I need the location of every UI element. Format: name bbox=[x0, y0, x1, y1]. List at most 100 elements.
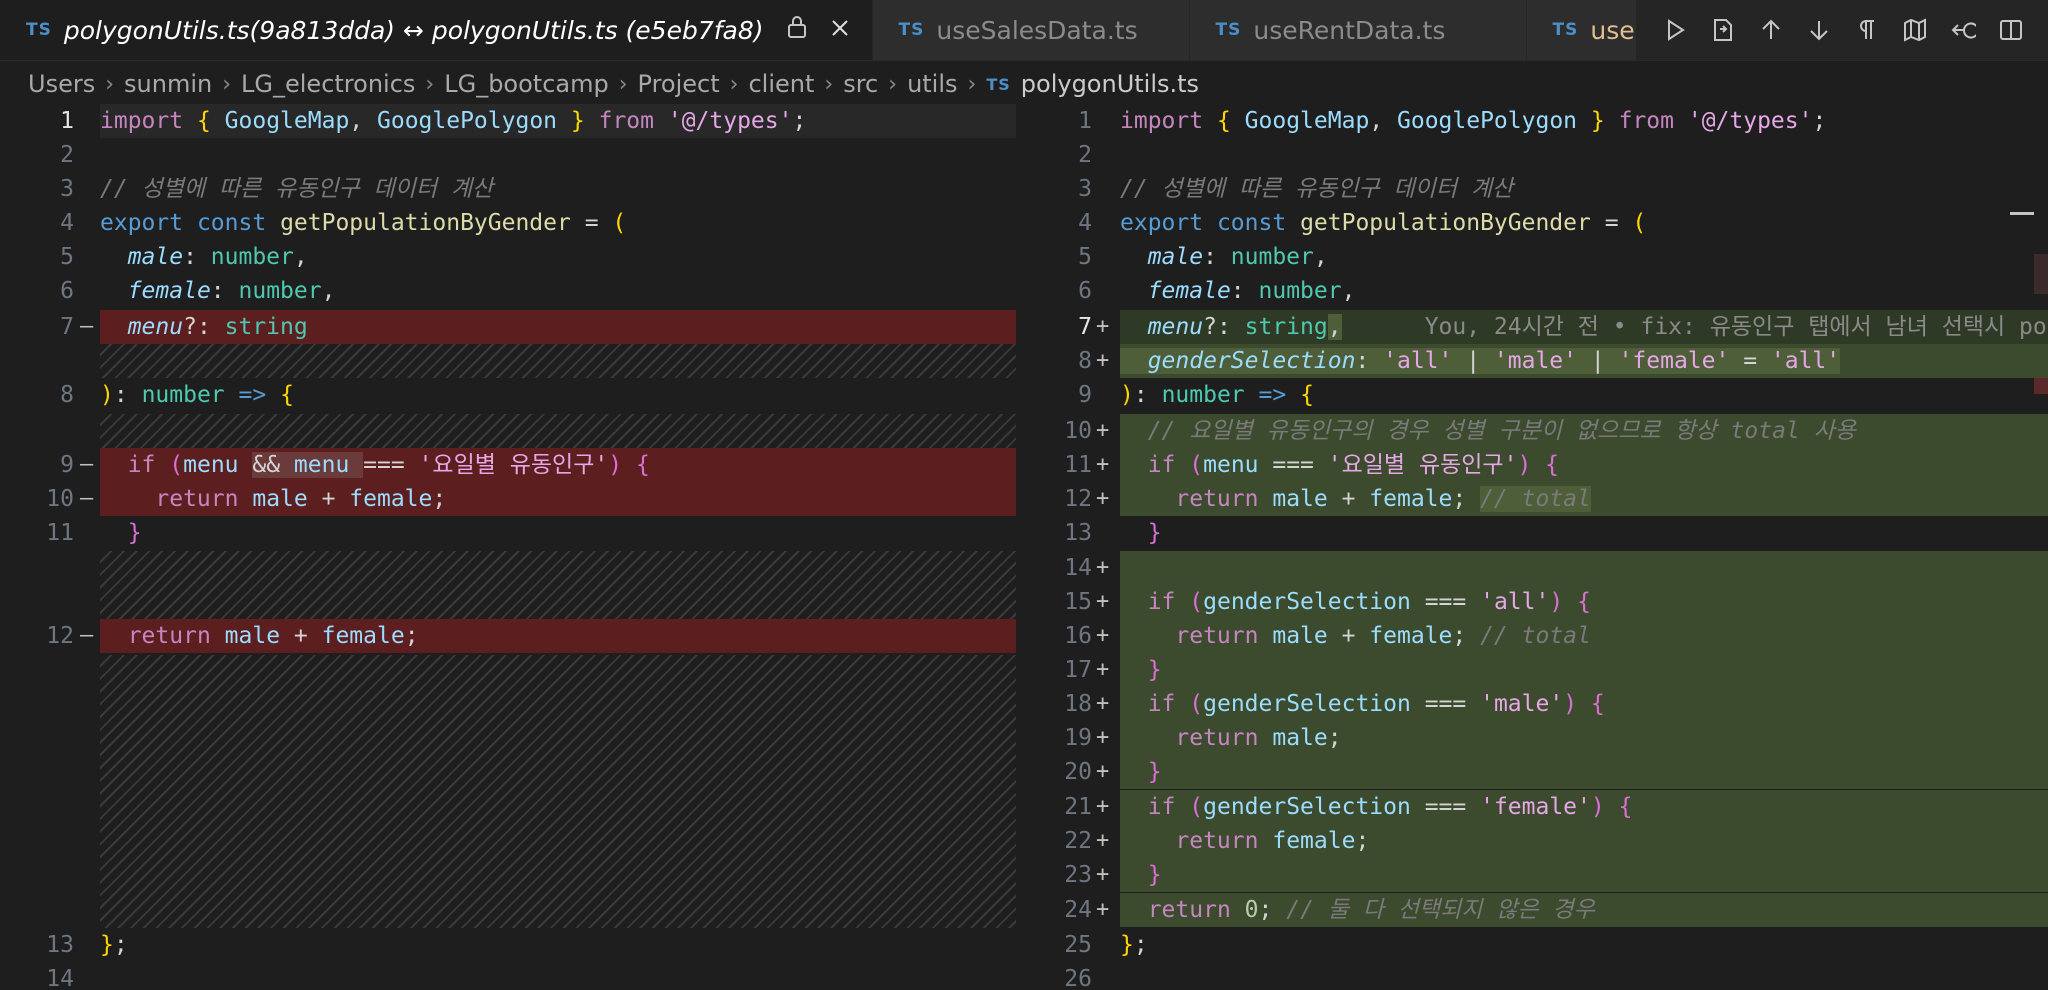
added-line: 21 + if (genderSelection === 'female') { bbox=[1048, 790, 2048, 824]
removed-line: 9 — if (menu && menu === '요일별 유동인구') { bbox=[0, 448, 1030, 482]
breadcrumb-item[interactable]: Users bbox=[28, 70, 95, 98]
typescript-file-icon: TS bbox=[986, 74, 1011, 94]
tab-label: polygonUtils.ts(9a813dda) ↔ polygonUtils… bbox=[63, 15, 764, 45]
arrow-up-icon[interactable] bbox=[1758, 16, 1784, 44]
code-line: 13 } bbox=[1048, 516, 2048, 550]
line-number: 8 bbox=[1078, 348, 1092, 374]
map-icon[interactable] bbox=[1902, 16, 1928, 44]
added-marker: + bbox=[1096, 691, 1110, 716]
breadcrumb: Users › sunmin › LG_electronics › LG_bootca… bbox=[28, 66, 1199, 102]
line-number: 3 bbox=[60, 176, 74, 202]
line-number: 9 bbox=[1078, 382, 1092, 408]
breadcrumb-file[interactable]: polygonUtils.ts bbox=[1021, 70, 1199, 98]
open-file-icon[interactable] bbox=[1710, 16, 1736, 44]
added-marker: + bbox=[1096, 623, 1110, 648]
revert-icon[interactable] bbox=[1950, 16, 1976, 44]
added-line: 23 + } bbox=[1048, 858, 2048, 892]
line-number: 22 bbox=[1064, 828, 1092, 854]
code-line: 13 }; bbox=[0, 928, 1030, 962]
diff-modified-editor[interactable]: 1 import { GoogleMap, GooglePolygon } fr… bbox=[1048, 104, 2048, 990]
chevron-right-icon: › bbox=[888, 71, 898, 97]
chevron-right-icon: › bbox=[618, 71, 628, 97]
typescript-file-icon: TS bbox=[898, 20, 925, 40]
code-line: 1 import { GoogleMap, GooglePolygon } fr… bbox=[1048, 104, 2048, 138]
tab-diff-polygon-utils[interactable]: TS polygonUtils.ts(9a813dda) ↔ polygonUt… bbox=[0, 0, 873, 60]
added-marker: + bbox=[1096, 657, 1110, 682]
line-number: 11 bbox=[46, 520, 74, 546]
added-marker: + bbox=[1096, 794, 1110, 819]
line-number: 7 bbox=[1078, 314, 1092, 340]
typescript-file-icon: TS bbox=[26, 20, 52, 40]
line-number: 13 bbox=[46, 932, 74, 958]
line-number: 21 bbox=[1064, 794, 1092, 820]
breadcrumb-item[interactable]: client bbox=[748, 70, 814, 98]
pilcrow-icon[interactable] bbox=[1854, 16, 1880, 44]
line-number: 1 bbox=[60, 108, 74, 134]
added-line: 16 + return male + female; // total bbox=[1048, 619, 2048, 653]
added-line: 11 + if (menu === '요일별 유동인구') { bbox=[1048, 448, 2048, 482]
line-number: 16 bbox=[1064, 623, 1092, 649]
tab-label: useRentData.ts bbox=[1253, 15, 1446, 45]
breadcrumb-item[interactable]: sunmin bbox=[124, 70, 212, 98]
line-number: 19 bbox=[1064, 725, 1092, 751]
run-icon[interactable] bbox=[1662, 16, 1688, 44]
chevron-right-icon: › bbox=[105, 71, 115, 97]
code-line: 4 export const getPopulationByGender = ( bbox=[1048, 206, 2048, 240]
removed-line: 10 — return male + female; bbox=[0, 482, 1030, 516]
close-icon[interactable] bbox=[830, 16, 850, 44]
line-number: 5 bbox=[1078, 244, 1092, 270]
line-number: 17 bbox=[1064, 657, 1092, 683]
added-line: 20 + } bbox=[1048, 755, 2048, 789]
arrow-down-icon[interactable] bbox=[1806, 16, 1832, 44]
line-number: 8 bbox=[60, 382, 74, 408]
chevron-right-icon: › bbox=[824, 71, 834, 97]
line-number: 23 bbox=[1064, 862, 1092, 888]
added-line: 17 + } bbox=[1048, 653, 2048, 687]
code-line: 14 bbox=[0, 962, 1030, 990]
added-line: 14 + bbox=[1048, 551, 2048, 585]
line-number: 25 bbox=[1064, 932, 1092, 958]
added-line: 12 + return male + female; // total bbox=[1048, 482, 2048, 516]
tab-label: useSalesData.ts bbox=[936, 15, 1138, 45]
added-marker: + bbox=[1096, 418, 1110, 443]
chevron-right-icon: › bbox=[729, 71, 739, 97]
line-number: 4 bbox=[60, 210, 74, 236]
breadcrumb-item[interactable]: utils bbox=[907, 70, 957, 98]
git-blame-annotation[interactable]: You, 24시간 전 • fix: 유동인구 탭에서 남녀 선택시 pol bbox=[1425, 314, 2048, 340]
breadcrumb-item[interactable]: src bbox=[843, 70, 878, 98]
code-line: 8 ): number => { bbox=[0, 378, 1030, 412]
line-number: 1 bbox=[1078, 108, 1092, 134]
line-number: 2 bbox=[1078, 142, 1092, 168]
line-number: 26 bbox=[1064, 966, 1092, 990]
code-line: 2 bbox=[0, 138, 1030, 172]
line-number: 14 bbox=[1064, 555, 1092, 581]
editor-actions bbox=[1636, 0, 2048, 60]
added-line: 22 + return female; bbox=[1048, 824, 2048, 858]
lock-icon[interactable] bbox=[786, 15, 808, 45]
breadcrumb-item[interactable]: LG_bootcamp bbox=[444, 70, 609, 98]
tab-use-rent-data[interactable]: TS useRentData.ts bbox=[1189, 0, 1527, 60]
tab-use-sales-data[interactable]: TS useSalesData.ts bbox=[872, 0, 1190, 60]
breadcrumb-item[interactable]: LG_electronics bbox=[241, 70, 415, 98]
chevron-right-icon: › bbox=[967, 71, 977, 97]
line-number: 12 bbox=[1064, 486, 1092, 512]
added-line: 7 + menu?: string, You, 24시간 전 • fix: 유동… bbox=[1048, 310, 2048, 344]
diff-original-editor[interactable]: 1 import { GoogleMap, GooglePolygon } fr… bbox=[0, 104, 1030, 990]
code-line: 6 female: number, bbox=[1048, 274, 2048, 308]
removed-marker: — bbox=[80, 623, 94, 648]
code-line: 11 } bbox=[0, 516, 1030, 550]
added-marker: + bbox=[1096, 897, 1110, 922]
added-line: 10 + // 요일별 유동인구의 경우 성별 구분이 없으므로 항상 tota… bbox=[1048, 414, 2048, 448]
removed-marker: — bbox=[80, 314, 94, 339]
split-editor-icon[interactable] bbox=[1998, 16, 2024, 44]
editor-tab-bar: TS polygonUtils.ts(9a813dda) ↔ polygonUt… bbox=[0, 0, 2048, 61]
line-number: 2 bbox=[60, 142, 74, 168]
breadcrumb-item[interactable]: Project bbox=[638, 70, 720, 98]
added-marker: + bbox=[1096, 314, 1110, 339]
code-line: 26 bbox=[1048, 962, 2048, 990]
line-number: 20 bbox=[1064, 759, 1092, 785]
removed-line: 12 — return male + female; bbox=[0, 619, 1030, 653]
added-marker: + bbox=[1096, 862, 1110, 887]
added-line: 15 + if (genderSelection === 'all') { bbox=[1048, 585, 2048, 619]
diff-filler bbox=[100, 655, 1016, 928]
